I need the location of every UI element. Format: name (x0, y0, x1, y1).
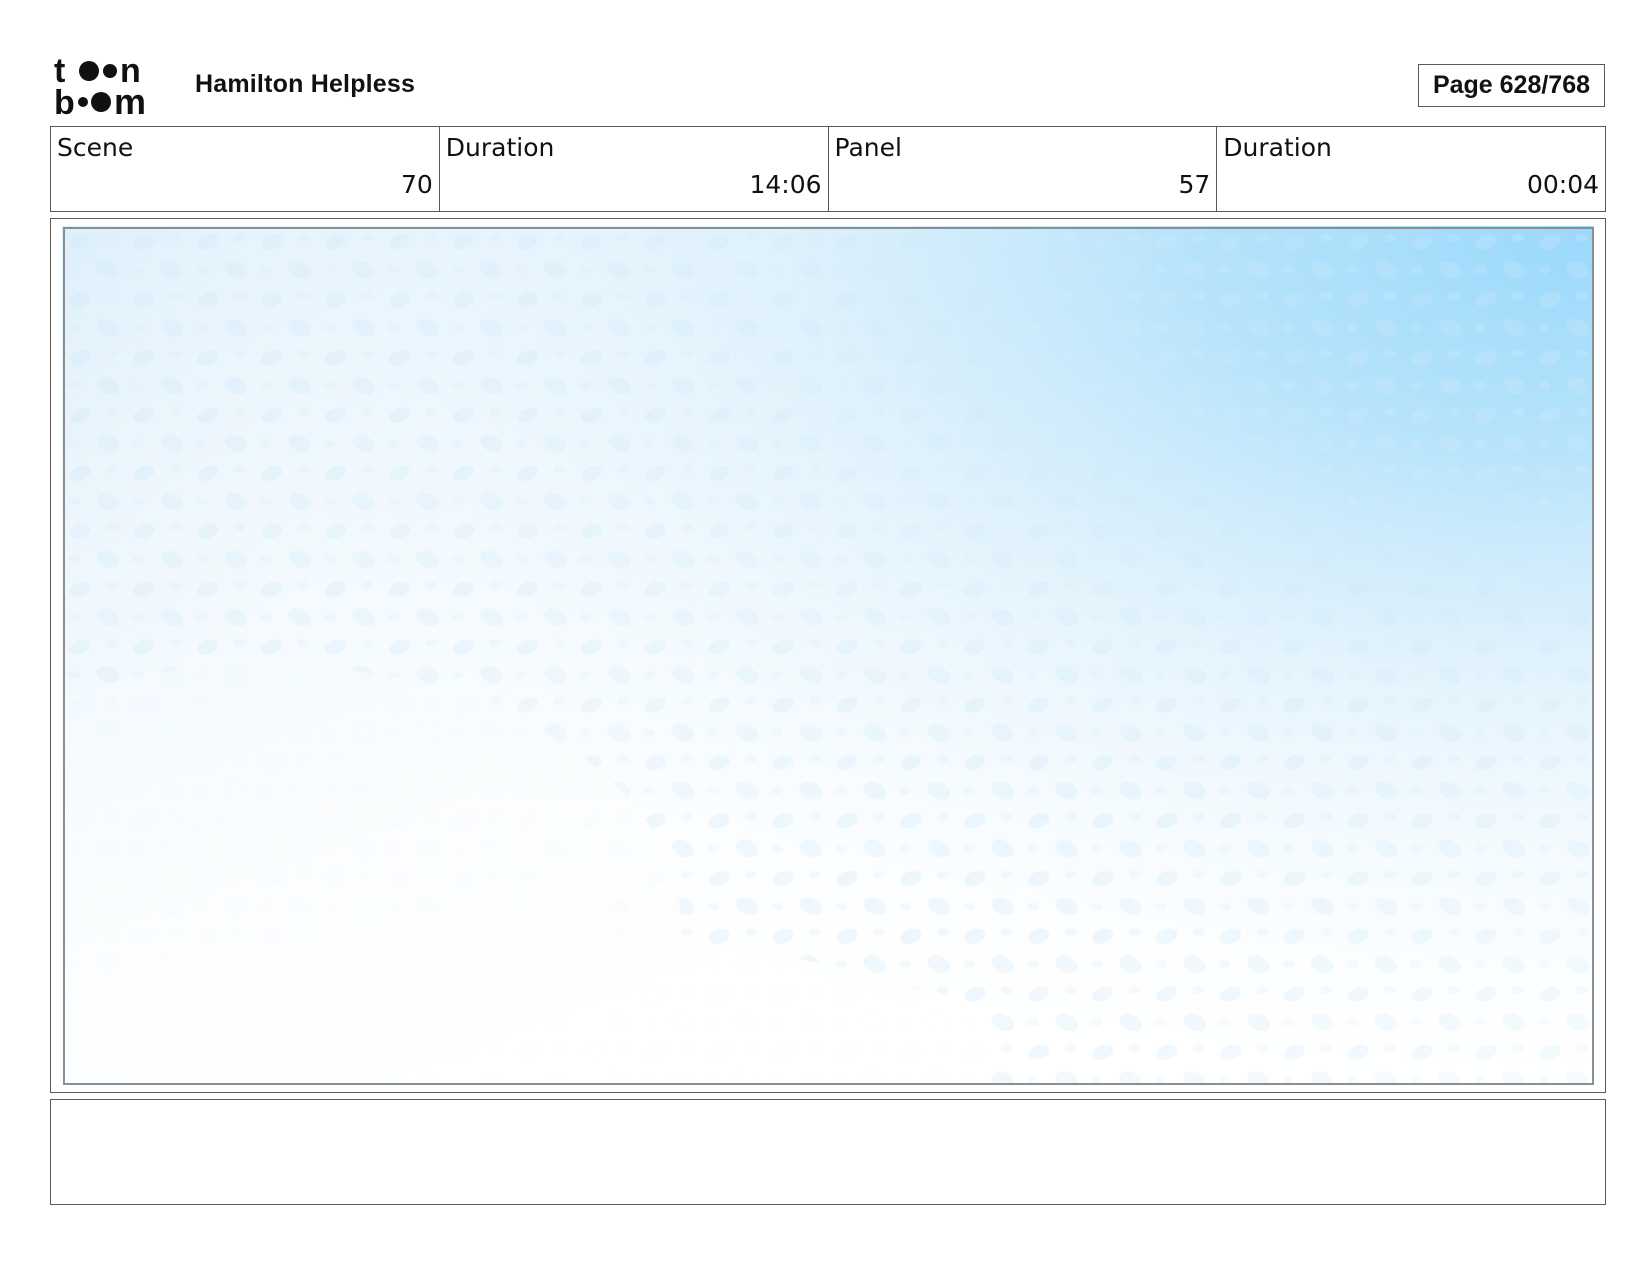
page-counter: Page 628/768 (1418, 64, 1605, 107)
scene-value: 70 (400, 170, 433, 199)
svg-text:m: m (114, 81, 146, 116)
panel-duration-label: Duration (1223, 133, 1332, 162)
scene-cell: Scene 70 (51, 127, 440, 211)
panel-value: 57 (1178, 170, 1211, 199)
panel-notes-box (50, 1099, 1606, 1205)
toon-boom-logo: t n b m (54, 52, 170, 122)
storyboard-panel (50, 218, 1606, 1093)
panel-artwork (62, 226, 1594, 1085)
svg-text:b: b (54, 84, 75, 116)
panel-duration-cell: Duration 00:04 (1217, 127, 1605, 211)
scene-duration-label: Duration (445, 133, 555, 162)
panel-info-table: Scene 70 Duration 14:06 Panel 57 Duratio… (50, 126, 1606, 212)
scene-duration-value: 14:06 (749, 170, 822, 199)
scene-label: Scene (57, 133, 134, 162)
project-title: Hamilton Helpless (195, 70, 416, 98)
panel-cell: Panel 57 (829, 127, 1218, 211)
scene-duration-cell: Duration 14:06 (440, 127, 829, 211)
panel-label: Panel (834, 133, 902, 162)
panel-duration-value: 00:04 (1526, 170, 1599, 199)
